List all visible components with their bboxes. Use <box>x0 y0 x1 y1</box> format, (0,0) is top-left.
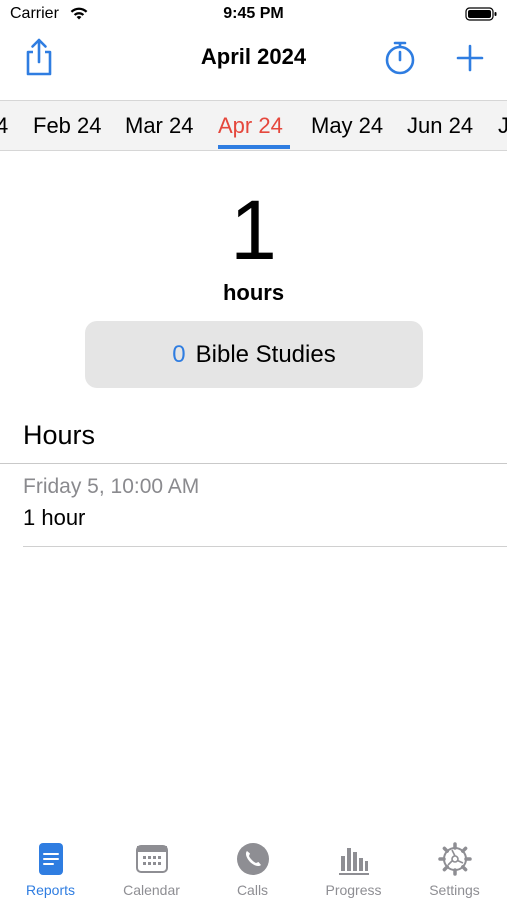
month-item[interactable]: Feb 24 <box>33 113 102 139</box>
phone-icon <box>237 843 269 875</box>
tab-bar: Reports Calendar Calls Progress Settings <box>0 830 507 900</box>
month-item[interactable]: Jun 24 <box>407 113 473 139</box>
tab-label: Reports <box>25 882 76 898</box>
hours-unit-label: hours <box>222 280 285 305</box>
bar-chart-icon <box>339 848 369 875</box>
page-title: April 2024 <box>200 44 307 69</box>
reports-icon <box>39 843 63 875</box>
section-title-hours: Hours <box>23 420 96 450</box>
bible-studies-label: Bible Studies <box>195 340 336 368</box>
month-item[interactable]: 4 <box>0 113 8 139</box>
section-divider <box>0 463 507 464</box>
calendar-icon <box>136 845 168 873</box>
entry-value: 1 hour <box>23 505 86 530</box>
tab-label: Calls <box>236 882 269 898</box>
tab-label: Progress <box>325 882 382 898</box>
selected-month-indicator <box>218 145 290 149</box>
bible-studies-count: 0 <box>172 340 186 368</box>
tab-calendar[interactable]: Calendar <box>101 830 202 900</box>
tab-settings[interactable]: Settings <box>404 830 505 900</box>
month-item[interactable]: May 24 <box>311 113 383 139</box>
tab-progress[interactable]: Progress <box>303 830 404 900</box>
month-item-selected[interactable]: Apr 24 <box>218 113 283 139</box>
month-item[interactable]: J <box>498 113 507 139</box>
entry-date: Friday 5, 10:00 AM <box>23 475 200 498</box>
stopwatch-icon <box>385 41 415 75</box>
hours-entry[interactable]: Friday 5, 10:00 AM 1 hour <box>0 465 507 547</box>
clock: 9:45 PM <box>223 5 284 22</box>
gear-icon <box>438 842 472 876</box>
tab-calls[interactable]: Calls <box>202 830 303 900</box>
tab-reports[interactable]: Reports <box>0 830 101 900</box>
battery-icon <box>465 7 497 21</box>
month-item[interactable]: Mar 24 <box>125 113 193 139</box>
status-bar: Carrier 9:45 PM <box>0 0 507 30</box>
bible-studies-button[interactable]: 0 Bible Studies <box>85 321 423 388</box>
row-divider <box>23 546 507 547</box>
month-selector[interactable]: 4 Feb 24 Mar 24 Apr 24 May 24 Jun 24 J <box>0 100 507 151</box>
timer-button[interactable] <box>380 38 420 78</box>
tab-label: Calendar <box>123 882 180 898</box>
hours-total: 1 <box>230 183 277 277</box>
add-button[interactable] <box>452 40 488 76</box>
tab-label: Settings <box>429 882 480 898</box>
nav-bar: April 2024 <box>0 30 507 88</box>
plus-icon <box>456 44 484 72</box>
